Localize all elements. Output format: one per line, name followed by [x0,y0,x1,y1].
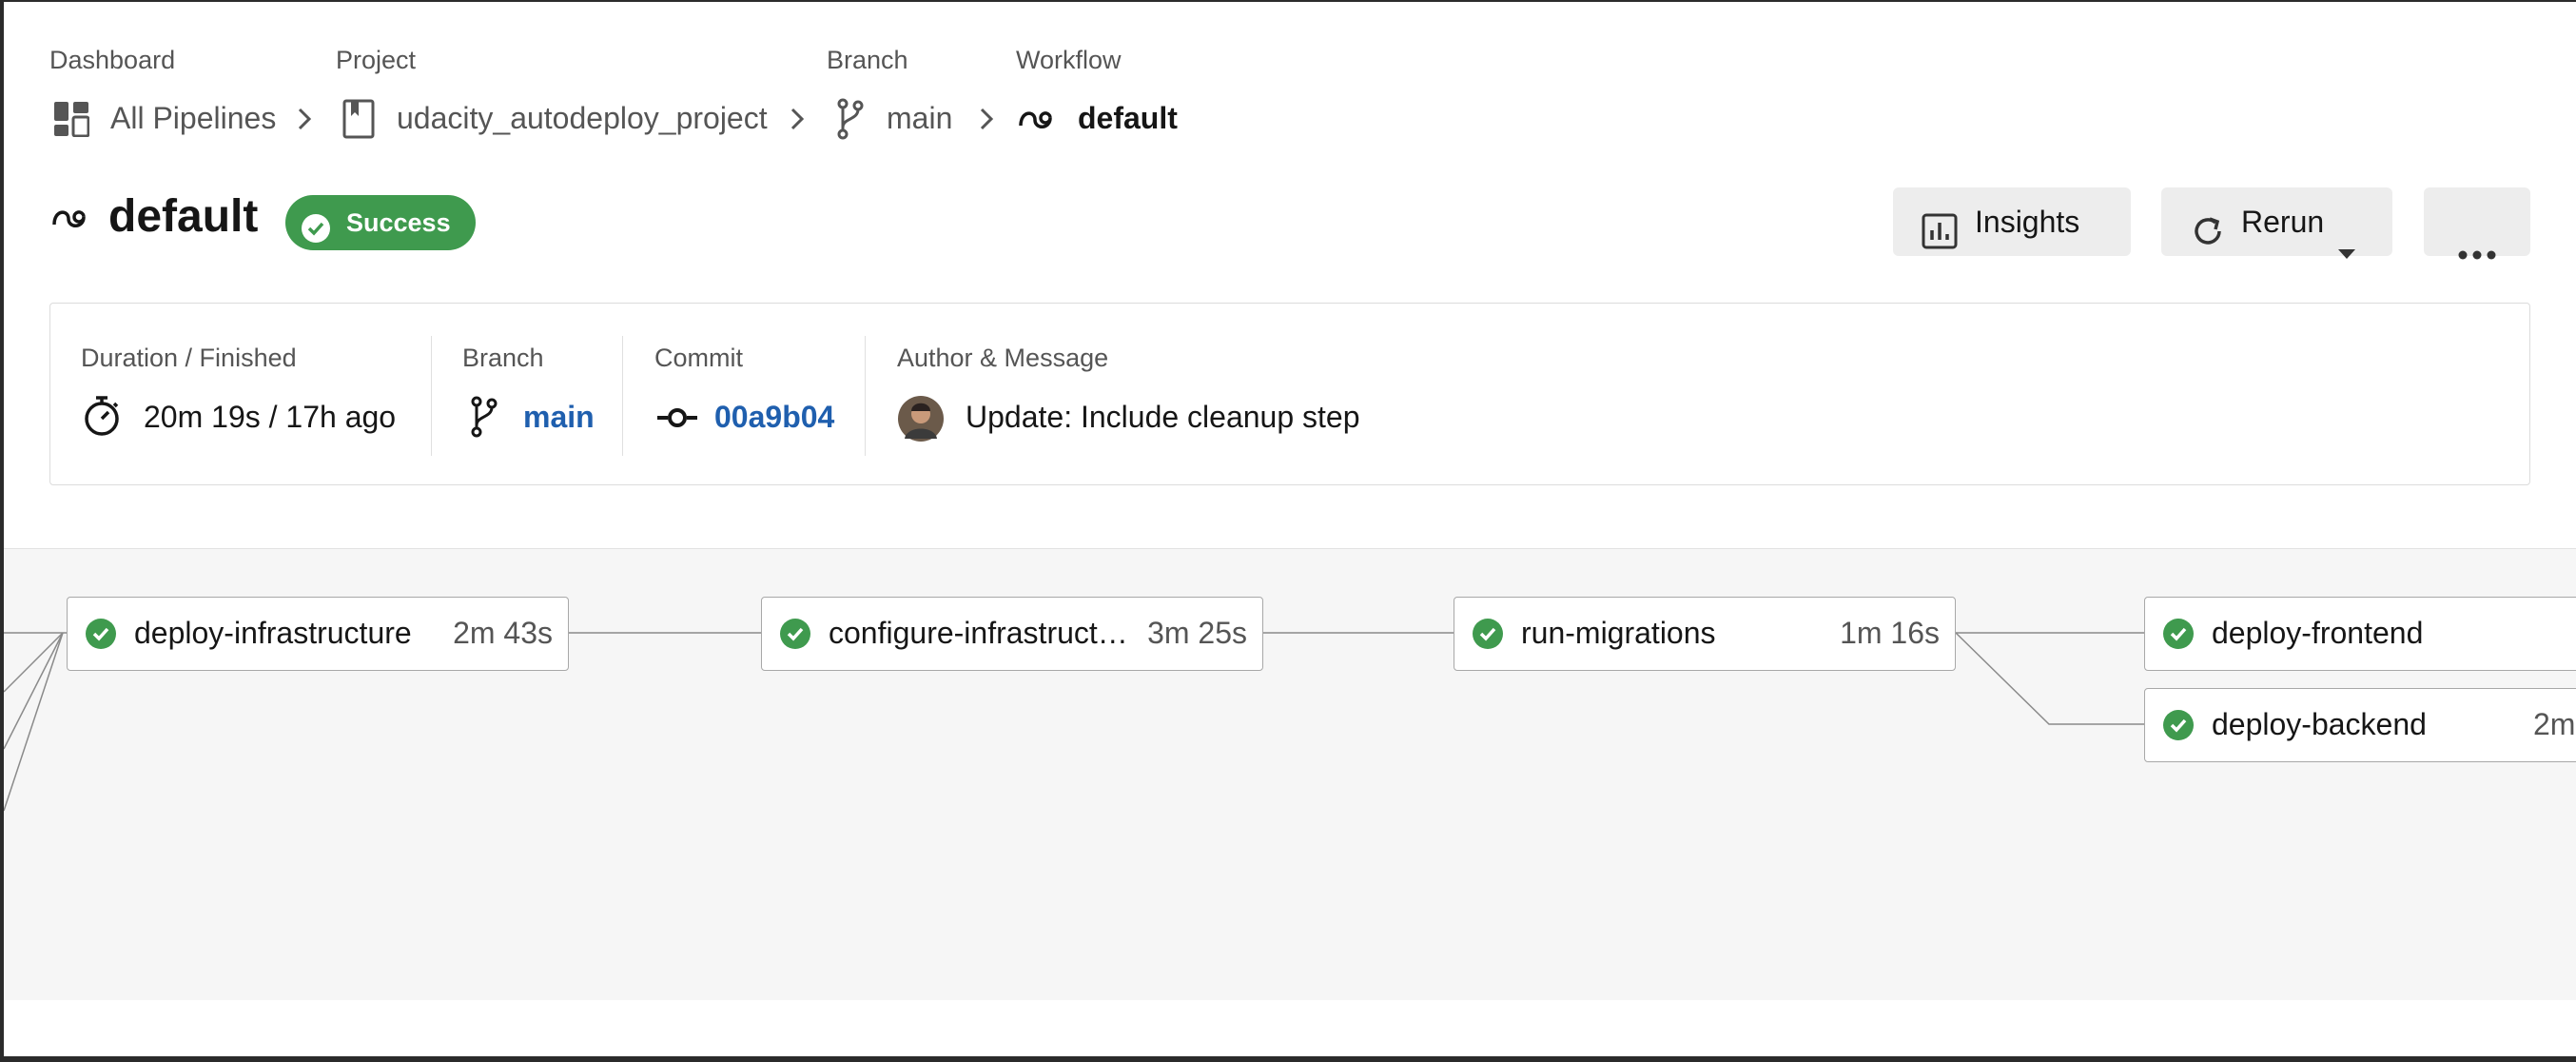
caret-down-icon [2336,216,2357,285]
divider [622,336,623,456]
job-configure-infrastructure[interactable]: configure-infrastructu… 3m 25s [761,597,1263,671]
branch-link[interactable]: main [523,400,595,435]
author-message-label: Author & Message [897,344,1109,372]
job-run-migrations[interactable]: run-migrations 1m 16s [1454,597,1956,671]
more-dots-icon [2458,216,2496,285]
job-duration: 3m 25s [1147,616,1247,650]
breadcrumb-workflow-current: default [1078,101,1178,135]
commit-icon [656,406,698,434]
commit-label: Commit [654,344,743,372]
pipeline-summary-card: Duration / Finished 20m 19s / 17h ago Br… [49,303,2530,485]
avatar[interactable] [897,395,945,447]
job-deploy-frontend[interactable]: deploy-frontend [2144,597,2576,671]
stopwatch-icon [83,395,121,442]
job-name: deploy-backend [2212,707,2427,741]
workflow-graph: deploy-infrastructure 2m 43s configure-i… [4,548,2576,1000]
divider [865,336,866,456]
chevron-right-icon [788,105,807,138]
breadcrumb-label-branch: Branch [827,46,908,74]
page-title: default [108,191,259,242]
duration-value: 20m 19s / 17h ago [144,400,397,434]
branch-icon [835,97,866,146]
bar-chart-icon [1922,205,1958,273]
rerun-button[interactable]: Rerun [2161,187,2392,259]
duration-label: Duration / Finished [81,344,297,372]
chevron-right-icon [295,105,314,138]
success-check-icon [2162,618,2195,655]
branch-label: Branch [462,344,544,372]
success-check-icon [779,618,811,655]
breadcrumb-all-pipelines-link[interactable]: All Pipelines [110,101,276,136]
job-name: deploy-infrastructure [134,616,412,650]
divider [431,336,432,456]
breadcrumb-branch-link[interactable]: main [887,101,952,136]
rerun-button-label: Rerun [2241,205,2325,239]
job-duration: 2m 43s [453,616,553,650]
commit-link[interactable]: 00a9b04 [714,400,834,435]
status-badge-label: Success [346,208,451,237]
workflow-icon [51,204,91,237]
breadcrumb-label-workflow: Workflow [1016,46,1122,74]
success-check-icon [85,618,117,655]
job-name: configure-infrastructu… [829,616,1142,650]
breadcrumb-label-project: Project [336,46,417,74]
dashboard-icon [53,101,90,142]
status-badge: Success [285,195,476,250]
job-name: run-migrations [1521,616,1716,650]
job-deploy-backend[interactable]: deploy-backend 2m [2144,688,2576,762]
more-options-button[interactable] [2424,187,2530,260]
project-book-icon [342,99,377,144]
breadcrumb-label-dashboard: Dashboard [49,46,176,74]
insights-button[interactable]: Insights [1893,187,2131,256]
job-name: deploy-frontend [2212,616,2424,650]
check-circle-icon [301,207,331,263]
success-check-icon [1472,618,1504,655]
refresh-icon [2190,205,2226,273]
branch-icon [469,395,499,443]
commit-message: Update: Include cleanup step [966,400,1360,434]
job-deploy-infrastructure[interactable]: deploy-infrastructure 2m 43s [67,597,569,671]
job-duration: 1m 16s [1840,616,1940,650]
breadcrumb-project-link[interactable]: udacity_autodeploy_project [397,101,768,136]
job-duration: 2m [2533,707,2576,741]
success-check-icon [2162,709,2195,746]
workflow-icon [1018,105,1058,138]
insights-button-label: Insights [1975,205,2080,239]
chevron-right-icon [977,105,996,138]
